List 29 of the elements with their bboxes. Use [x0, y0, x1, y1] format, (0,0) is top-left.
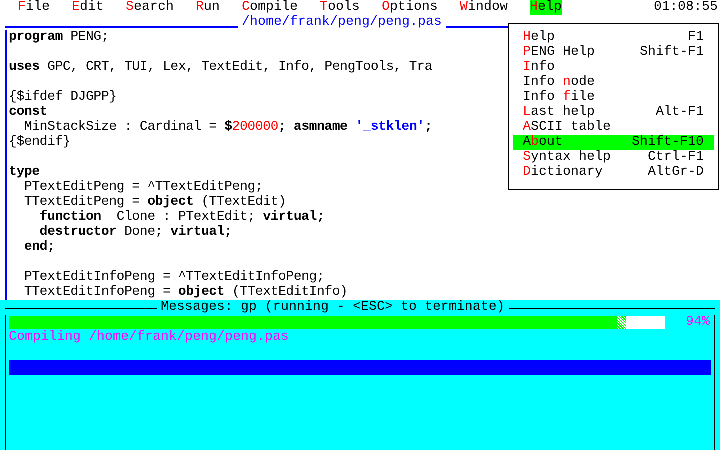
menu-item[interactable]: File: [18, 0, 50, 15]
code-line: PTextEditInfoPeng = ^TTextEditInfoPeng;: [23, 270, 325, 285]
clock-text: 01:08:55: [654, 0, 718, 15]
code-line: TTextEditInfoPeng = object (TTextEditInfo): [23, 285, 348, 300]
menu-item[interactable]: Run: [196, 0, 220, 15]
code-line: {$ifdef DJGPP}: [9, 90, 117, 105]
code-line: PTextEditPeng = ^TTextEditPeng;: [23, 180, 264, 195]
menu-item[interactable]: About Shift-F10: [513, 135, 714, 150]
code-line: destructor Done; virtual;: [38, 225, 232, 240]
code-line: TTextEditPeng = object (TTextEdit): [23, 195, 286, 210]
menu-item[interactable]: Tools: [320, 0, 360, 15]
menu-item[interactable]: Window: [460, 0, 508, 15]
code-line: uses GPC, CRT, TUI, Lex, TextEdit, Info, PengTools, Tra: [9, 60, 432, 75]
menu-item[interactable]: Compile: [242, 0, 298, 15]
message-line: Compiling /home/frank/peng/peng.pas: [9, 330, 289, 345]
code-line: type: [9, 165, 40, 180]
menu-item[interactable]: Search: [126, 0, 174, 15]
code-line: MinStackSize : Cardinal = $200000; asmname '_stklen';: [23, 120, 432, 135]
menu-item[interactable]: Edit: [72, 0, 104, 15]
code-line: {$endif}: [9, 135, 71, 150]
code-line: function Clone : PTextEdit; virtual;: [38, 210, 325, 225]
messages-title: Messages: gp (running - <ESC> to terminate): [160, 300, 506, 315]
menu-item[interactable]: Options: [382, 0, 438, 15]
menu-item[interactable]: Help: [530, 0, 562, 15]
code-line: end;: [23, 240, 56, 255]
code-line: program PENG;: [9, 30, 110, 45]
code-line: const: [9, 105, 48, 120]
editor-title: /home/frank/peng/peng.pas: [241, 15, 443, 30]
progress-percent: 94%: [686, 315, 711, 330]
